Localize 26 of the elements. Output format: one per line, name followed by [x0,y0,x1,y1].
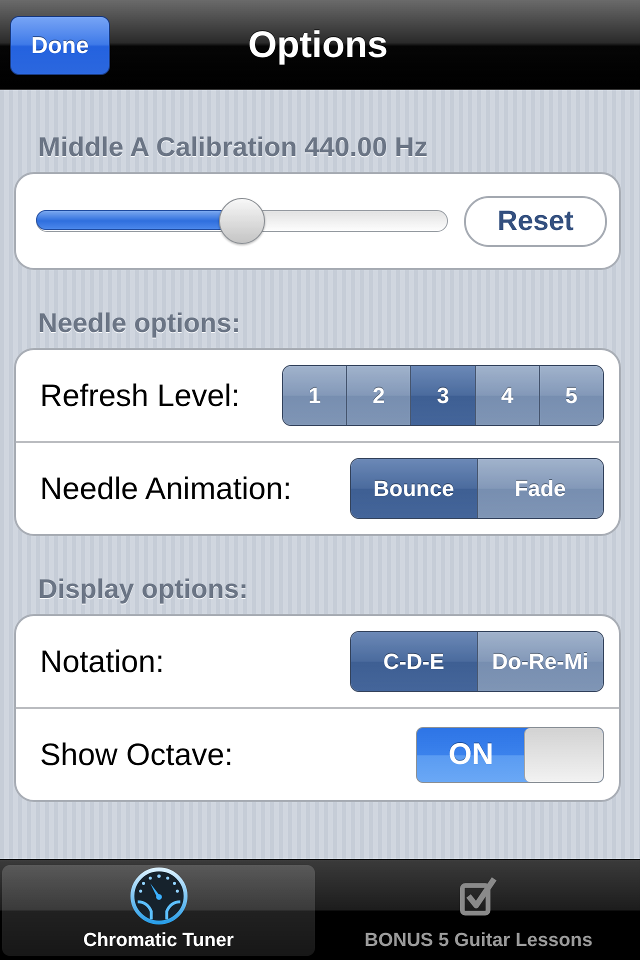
checkbox-icon [460,876,498,916]
segment-button[interactable]: Fade [476,459,603,518]
section-header: Middle A Calibration 440.00 Hz [38,131,428,164]
segment-button[interactable]: Do-Re-Mi [476,632,603,691]
window-title: Options [248,24,388,66]
segment-button[interactable]: Bounce [351,459,476,518]
segment-button[interactable]: 5 [538,366,603,425]
segment-button[interactable]: 3 [410,366,475,425]
tab[interactable]: BONUS 5 Guitar Lessons [319,865,638,956]
segment-button[interactable]: 4 [474,366,539,425]
section-header: Display options: [38,573,248,606]
slider-thumb[interactable] [219,198,265,244]
segment-button[interactable]: 2 [346,366,410,425]
section-header: Needle options: [38,307,241,340]
tab[interactable]: Chromatic Tuner [2,865,315,956]
row-label: Refresh Level: [40,378,240,414]
row-label: Notation: [40,644,164,680]
slider-track[interactable] [36,198,448,244]
segment-button[interactable]: 1 [283,366,346,425]
toggle-switch[interactable]: ON [416,726,604,782]
row-label: Show Octave: [40,736,233,772]
gauge-icon [130,867,188,925]
done-button[interactable]: Done [10,16,110,75]
reset-button[interactable]: Reset [464,196,607,246]
segment-button[interactable]: C-D-E [351,632,476,691]
row-label: Needle Animation: [40,470,292,506]
